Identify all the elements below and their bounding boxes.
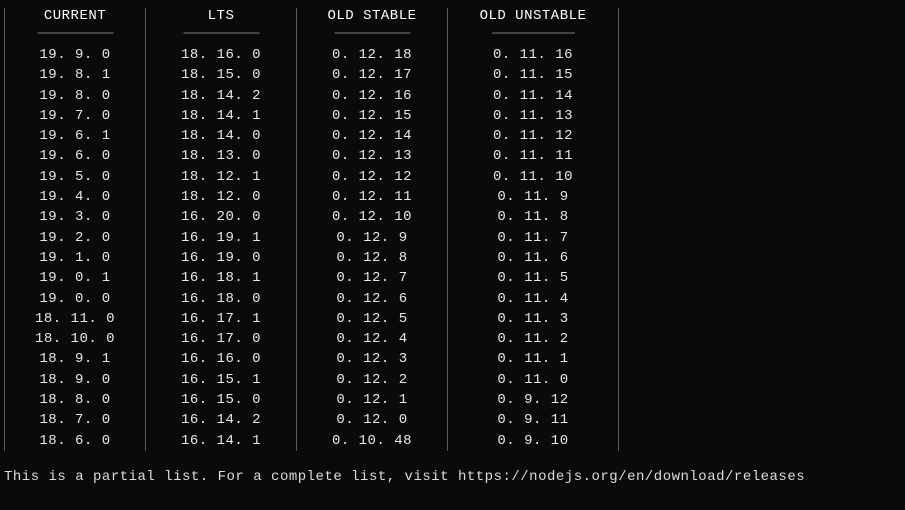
- version-cell: 19. 0. 0: [35, 289, 115, 309]
- version-cell: 0. 12. 3: [332, 349, 412, 369]
- version-cell: 0. 12. 16: [332, 86, 412, 106]
- version-cell: 18. 7. 0: [35, 410, 115, 430]
- header-divider: ───────────: [335, 26, 410, 41]
- version-cell: 0. 11. 16: [493, 45, 573, 65]
- version-cell: 0. 11. 5: [493, 268, 573, 288]
- header-divider: ────────────: [492, 26, 574, 41]
- column-body-oldstable: 0. 12. 180. 12. 170. 12. 160. 12. 150. 1…: [332, 45, 412, 451]
- column-body-lts: 18. 16. 018. 15. 018. 14. 218. 14. 118. …: [181, 45, 261, 451]
- version-cell: 18. 10. 0: [35, 329, 115, 349]
- version-cell: 0. 12. 5: [332, 309, 412, 329]
- column-oldunstable: OLD UNSTABLE ──────────── 0. 11. 160. 11…: [448, 8, 618, 451]
- version-cell: 16. 18. 1: [181, 268, 261, 288]
- version-cell: 19. 3. 0: [35, 207, 115, 227]
- version-cell: 0. 11. 14: [493, 86, 573, 106]
- version-cell: 0. 11. 11: [493, 146, 573, 166]
- version-cell: 0. 12. 2: [332, 370, 412, 390]
- version-cell: 0. 9. 11: [493, 410, 573, 430]
- version-cell: 16. 18. 0: [181, 289, 261, 309]
- version-cell: 0. 11. 12: [493, 126, 573, 146]
- version-cell: 18. 11. 0: [35, 309, 115, 329]
- version-cell: 0. 12. 14: [332, 126, 412, 146]
- version-cell: 16. 14. 2: [181, 410, 261, 430]
- version-cell: 0. 11. 4: [493, 289, 573, 309]
- version-cell: 0. 12. 10: [332, 207, 412, 227]
- version-cell: 0. 11. 8: [493, 207, 573, 227]
- version-cell: 18. 14. 1: [181, 106, 261, 126]
- version-cell: 19. 4. 0: [35, 187, 115, 207]
- header-divider: ───────────: [38, 26, 113, 41]
- version-cell: 0. 11. 3: [493, 309, 573, 329]
- version-cell: 18. 9. 1: [35, 349, 115, 369]
- column-lts: LTS ─────────── 18. 16. 018. 15. 018. 14…: [146, 8, 296, 451]
- version-cell: 0. 12. 17: [332, 65, 412, 85]
- version-cell: 16. 20. 0: [181, 207, 261, 227]
- version-cell: 18. 16. 0: [181, 45, 261, 65]
- column-body-oldunstable: 0. 11. 160. 11. 150. 11. 140. 11. 130. 1…: [493, 45, 573, 451]
- version-cell: 0. 12. 4: [332, 329, 412, 349]
- version-cell: 0. 9. 12: [493, 390, 573, 410]
- version-cell: 18. 13. 0: [181, 146, 261, 166]
- version-cell: 0. 12. 18: [332, 45, 412, 65]
- version-cell: 19. 2. 0: [35, 228, 115, 248]
- version-cell: 19. 6. 0: [35, 146, 115, 166]
- version-cell: 0. 12. 1: [332, 390, 412, 410]
- version-cell: 19. 7. 0: [35, 106, 115, 126]
- column-separator: [618, 8, 619, 451]
- version-cell: 0. 12. 6: [332, 289, 412, 309]
- version-cell: 0. 10. 48: [332, 431, 412, 451]
- header-oldunstable: OLD UNSTABLE: [472, 8, 595, 24]
- header-divider: ───────────: [184, 26, 259, 41]
- version-cell: 16. 19. 1: [181, 228, 261, 248]
- version-cell: 0. 12. 9: [332, 228, 412, 248]
- version-cell: 0. 11. 2: [493, 329, 573, 349]
- version-cell: 16. 15. 1: [181, 370, 261, 390]
- version-cell: 0. 12. 13: [332, 146, 412, 166]
- version-cell: 18. 9. 0: [35, 370, 115, 390]
- version-cell: 0. 11. 13: [493, 106, 573, 126]
- version-cell: 0. 11. 7: [493, 228, 573, 248]
- version-cell: 0. 12. 7: [332, 268, 412, 288]
- version-cell: 16. 17. 0: [181, 329, 261, 349]
- version-cell: 18. 14. 0: [181, 126, 261, 146]
- version-cell: 18. 12. 0: [181, 187, 261, 207]
- version-cell: 0. 12. 12: [332, 167, 412, 187]
- version-cell: 0. 11. 0: [493, 370, 573, 390]
- header-oldstable: OLD STABLE: [319, 8, 424, 24]
- version-cell: 19. 5. 0: [35, 167, 115, 187]
- version-cell: 0. 12. 0: [332, 410, 412, 430]
- version-cell: 0. 12. 11: [332, 187, 412, 207]
- version-cell: 0. 11. 10: [493, 167, 573, 187]
- version-cell: 18. 14. 2: [181, 86, 261, 106]
- version-cell: 18. 12. 1: [181, 167, 261, 187]
- version-cell: 16. 17. 1: [181, 309, 261, 329]
- version-cell: 0. 11. 6: [493, 248, 573, 268]
- version-cell: 18. 15. 0: [181, 65, 261, 85]
- version-cell: 16. 19. 0: [181, 248, 261, 268]
- column-current: CURRENT ─────────── 19. 9. 019. 8. 119. …: [5, 8, 145, 451]
- version-cell: 16. 14. 1: [181, 431, 261, 451]
- footer-note: This is a partial list. For a complete l…: [4, 469, 901, 485]
- column-oldstable: OLD STABLE ─────────── 0. 12. 180. 12. 1…: [297, 8, 447, 451]
- version-cell: 19. 1. 0: [35, 248, 115, 268]
- version-cell: 19. 6. 1: [35, 126, 115, 146]
- version-cell: 18. 8. 0: [35, 390, 115, 410]
- header-current: CURRENT: [36, 8, 114, 24]
- column-body-current: 19. 9. 019. 8. 119. 8. 019. 7. 019. 6. 1…: [35, 45, 115, 451]
- version-cell: 0. 11. 15: [493, 65, 573, 85]
- version-cell: 19. 8. 0: [35, 86, 115, 106]
- version-cell: 0. 12. 8: [332, 248, 412, 268]
- version-cell: 16. 15. 0: [181, 390, 261, 410]
- header-lts: LTS: [200, 8, 243, 24]
- version-cell: 0. 11. 1: [493, 349, 573, 369]
- version-cell: 19. 0. 1: [35, 268, 115, 288]
- version-table: CURRENT ─────────── 19. 9. 019. 8. 119. …: [4, 8, 901, 451]
- version-cell: 19. 9. 0: [35, 45, 115, 65]
- version-cell: 0. 11. 9: [493, 187, 573, 207]
- version-cell: 0. 9. 10: [493, 431, 573, 451]
- version-cell: 18. 6. 0: [35, 431, 115, 451]
- version-cell: 0. 12. 15: [332, 106, 412, 126]
- version-cell: 19. 8. 1: [35, 65, 115, 85]
- version-cell: 16. 16. 0: [181, 349, 261, 369]
